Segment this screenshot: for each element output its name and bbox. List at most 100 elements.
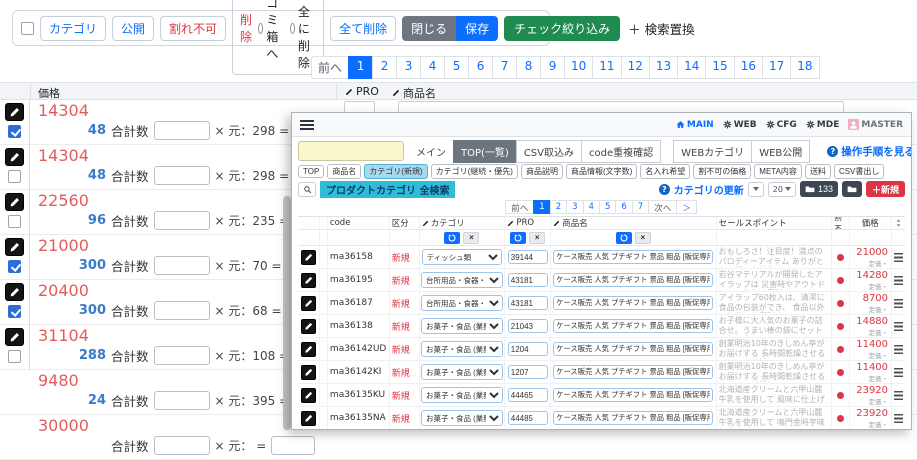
category-select[interactable]: お菓子・食品 (業務用) bbox=[421, 387, 503, 403]
edit-pencil-button[interactable] bbox=[5, 238, 24, 256]
filter-button[interactable]: 商品説明 bbox=[521, 164, 563, 179]
folder-count-button[interactable]: 133 bbox=[800, 181, 838, 197]
pagination-page[interactable]: 2 bbox=[372, 56, 397, 79]
pagination-page[interactable]: 4 bbox=[583, 200, 600, 214]
vertical-scrollbar[interactable] bbox=[283, 196, 291, 430]
category-select[interactable]: お菓子・食品 (業務用) bbox=[421, 410, 503, 426]
pagination-page[interactable]: 7 bbox=[492, 56, 517, 79]
publish-button[interactable]: 公開 bbox=[112, 16, 154, 41]
tab[interactable]: code重複確認 bbox=[581, 140, 661, 163]
row-checkbox[interactable] bbox=[8, 125, 21, 138]
pagination-page[interactable]: 7 bbox=[632, 200, 649, 214]
pagination-page[interactable]: 1 bbox=[533, 200, 550, 214]
filter-button[interactable]: カテゴリ(継続・優先) bbox=[431, 164, 518, 179]
check-filter-button[interactable]: チェック絞り込み bbox=[504, 16, 620, 41]
help-link[interactable]: 操作手順を見る bbox=[827, 144, 912, 159]
row-menu-icon[interactable] bbox=[894, 368, 903, 377]
tab[interactable]: WEBカテゴリ bbox=[673, 140, 752, 163]
pro-input[interactable] bbox=[508, 365, 548, 379]
refresh-button[interactable] bbox=[510, 232, 526, 244]
search-replace-toggle[interactable]: ＋ 検索置換 bbox=[628, 19, 694, 38]
category-button[interactable]: カテゴリ bbox=[40, 16, 106, 41]
count-input[interactable] bbox=[154, 121, 210, 140]
empty-select[interactable] bbox=[748, 182, 764, 197]
row-checkbox[interactable] bbox=[8, 215, 21, 228]
clear-button[interactable]: × bbox=[529, 232, 545, 244]
product-name-input[interactable] bbox=[553, 319, 713, 333]
pagination-page[interactable]: 5 bbox=[599, 200, 616, 214]
delete-all-button[interactable]: 全て削除 bbox=[330, 16, 396, 41]
filter-button[interactable]: META内容 bbox=[754, 164, 802, 179]
filter-button[interactable]: カテゴリ(新規) bbox=[364, 164, 427, 179]
pagination-page[interactable]: 8 bbox=[516, 56, 541, 79]
pagination-page[interactable]: 6 bbox=[615, 200, 632, 214]
pagination-page[interactable]: 17 bbox=[762, 56, 791, 79]
count-input[interactable] bbox=[154, 436, 210, 455]
pagination-page[interactable]: 10 bbox=[564, 56, 593, 79]
category-select[interactable]: お菓子・食品 (業務用) bbox=[421, 341, 503, 357]
pagination-page[interactable]: 18 bbox=[790, 56, 819, 79]
pagination-page[interactable]: 12 bbox=[621, 56, 650, 79]
edit-pencil-button[interactable] bbox=[301, 411, 316, 426]
close-button[interactable]: 閉じる bbox=[402, 16, 456, 41]
edit-pencil-button[interactable] bbox=[5, 328, 24, 346]
pagination-page[interactable]: 3 bbox=[566, 200, 583, 214]
trash-radio-option[interactable]: ゴミ箱へ bbox=[258, 0, 284, 62]
count-input[interactable] bbox=[154, 391, 210, 410]
refresh-button[interactable] bbox=[444, 232, 460, 244]
pro-input[interactable] bbox=[508, 296, 548, 310]
edit-pencil-button[interactable] bbox=[301, 342, 316, 357]
tab[interactable]: メイン bbox=[408, 140, 454, 163]
product-name-input[interactable] bbox=[553, 296, 713, 310]
row-checkbox[interactable] bbox=[8, 260, 21, 273]
clear-button[interactable]: × bbox=[635, 232, 651, 244]
nav-web[interactable]: WEB bbox=[723, 120, 757, 130]
new-item-button[interactable]: ＋新規 bbox=[866, 181, 905, 197]
result-input[interactable] bbox=[271, 436, 315, 455]
pagination-page[interactable]: 3 bbox=[396, 56, 421, 79]
product-name-input[interactable] bbox=[553, 250, 713, 264]
row-menu-icon[interactable] bbox=[894, 253, 903, 262]
category-select[interactable]: 台所用品・食器・カッ bbox=[421, 272, 503, 288]
pro-input[interactable] bbox=[508, 250, 548, 264]
pagination-page[interactable]: 11 bbox=[592, 56, 621, 79]
pagination-page[interactable]: 6 bbox=[468, 56, 493, 79]
product-name-input[interactable] bbox=[553, 342, 713, 356]
product-name-input[interactable] bbox=[553, 388, 713, 402]
nav-master[interactable]: MASTER bbox=[848, 119, 903, 130]
pagination-prev[interactable]: 前へ bbox=[505, 200, 534, 214]
select-all-checkbox[interactable] bbox=[21, 22, 34, 35]
pro-input[interactable] bbox=[508, 411, 548, 425]
pro-input[interactable] bbox=[508, 388, 548, 402]
count-input[interactable] bbox=[154, 256, 210, 275]
pagination-page[interactable]: 14 bbox=[677, 56, 706, 79]
row-checkbox[interactable] bbox=[8, 170, 21, 183]
filter-button[interactable]: 送料 bbox=[805, 164, 831, 179]
tab[interactable]: TOP(一覧) bbox=[453, 140, 517, 163]
pagination-page[interactable]: 1 bbox=[348, 56, 373, 79]
tab[interactable]: CSV取込み bbox=[516, 140, 582, 163]
filter-button[interactable]: 名入れ希望 bbox=[640, 164, 690, 179]
category-select[interactable]: ティッシュ類 bbox=[422, 249, 503, 265]
count-input[interactable] bbox=[154, 301, 210, 320]
row-menu-icon[interactable] bbox=[894, 276, 903, 285]
menu-hamburger-icon[interactable] bbox=[300, 120, 314, 130]
edit-pencil-button[interactable] bbox=[301, 296, 316, 311]
row-menu-icon[interactable] bbox=[894, 322, 903, 331]
quick-search-input[interactable] bbox=[298, 141, 404, 161]
pro-input[interactable] bbox=[508, 342, 548, 356]
filter-button[interactable]: CSV書出し bbox=[834, 164, 884, 179]
edit-pencil-button[interactable] bbox=[301, 273, 316, 288]
clear-button[interactable]: × bbox=[463, 232, 479, 244]
pagination-prev[interactable]: 前へ bbox=[311, 56, 349, 79]
pagination-page[interactable]: 16 bbox=[734, 56, 763, 79]
pagination-arrow[interactable]: ＞ bbox=[676, 200, 697, 214]
pagination-page[interactable]: 5 bbox=[444, 56, 469, 79]
per-page-select[interactable]: 20 bbox=[768, 182, 796, 197]
count-input[interactable] bbox=[154, 211, 210, 230]
edit-pencil-button[interactable] bbox=[301, 250, 316, 265]
edit-pencil-button[interactable] bbox=[5, 193, 24, 211]
pagination-page[interactable]: 13 bbox=[649, 56, 678, 79]
pagination-page[interactable]: 15 bbox=[705, 56, 734, 79]
filter-button[interactable]: 割不可の価格 bbox=[693, 164, 751, 179]
